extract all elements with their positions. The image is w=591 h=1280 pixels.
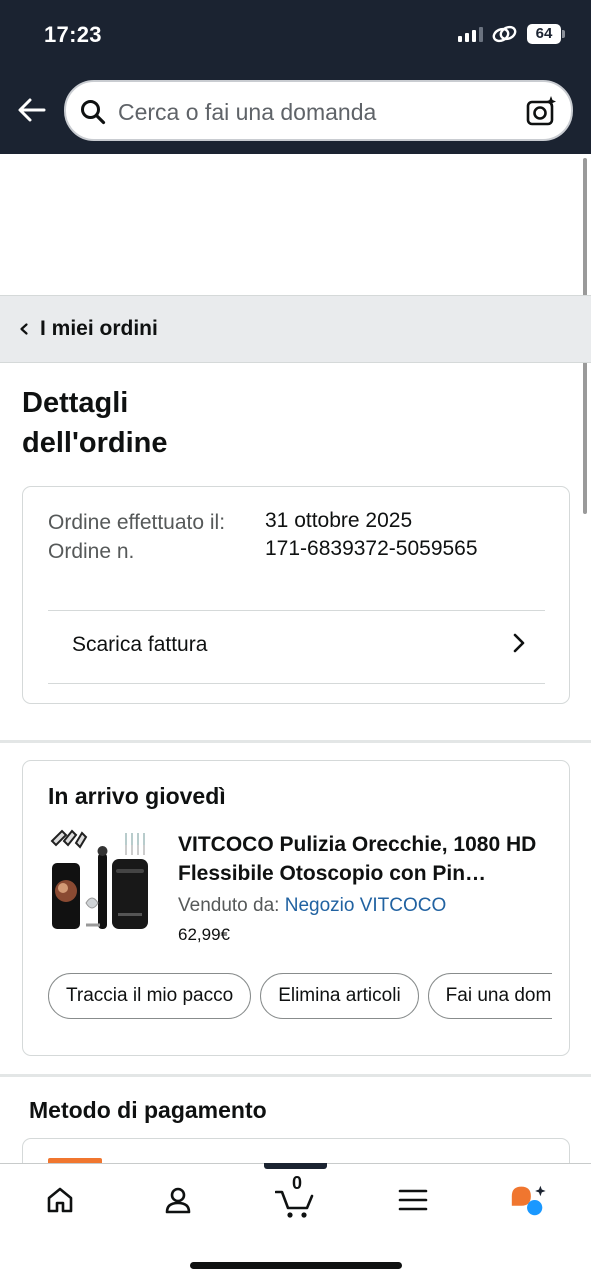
status-time: 17:23: [44, 22, 102, 47]
active-tab-indicator: [264, 1163, 327, 1169]
product-image[interactable]: [48, 829, 153, 936]
order-number-value: 171-6839372-5059565: [265, 537, 478, 560]
search-bar[interactable]: [64, 80, 573, 141]
seller-link[interactable]: Negozio VITCOCO: [285, 895, 447, 916]
section-separator: [0, 1074, 591, 1077]
battery-icon: 64: [527, 24, 565, 44]
shipment-actions[interactable]: Traccia il mio pacco Elimina articoli Fai …: [48, 973, 552, 1019]
tab-cart[interactable]: 0: [275, 1173, 315, 1220]
tab-home[interactable]: [40, 1180, 80, 1220]
product-price: 62,99€: [178, 925, 230, 944]
order-number-label: Ordine n.: [48, 539, 135, 563]
home-icon: [47, 1187, 73, 1213]
link-icon: [492, 25, 517, 43]
cart-count: 0: [291, 1173, 302, 1193]
menu-icon: [398, 1189, 428, 1211]
account-icon: [165, 1187, 191, 1214]
camera-icon[interactable]: [525, 95, 557, 127]
breadcrumb-label[interactable]: I miei ordini: [40, 317, 158, 341]
section-separator: [0, 740, 591, 743]
tab-rufus[interactable]: [508, 1180, 548, 1220]
divider: [48, 683, 545, 684]
divider: [48, 610, 545, 611]
chevron-right-icon[interactable]: [511, 631, 527, 655]
remove-items-button[interactable]: Elimina articoli: [260, 973, 419, 1019]
battery-level: 64: [527, 24, 561, 44]
download-invoice-label[interactable]: Scarica fattura: [72, 633, 207, 657]
tab-account[interactable]: [158, 1180, 198, 1220]
breadcrumb[interactable]: I miei ordini: [0, 295, 591, 363]
order-info-labels: Ordine effettuato il: Ordine n.: [48, 509, 238, 566]
product-title[interactable]: VITCOCO Pulizia Orecchie, 1080 HD Flessi…: [178, 831, 550, 888]
order-date-label: Ordine effettuato il:: [48, 511, 226, 534]
search-input[interactable]: [118, 97, 518, 127]
sold-by: Venduto da: Negozio VITCOCO: [178, 895, 446, 917]
signal-icon: [458, 26, 483, 42]
tab-menu[interactable]: [393, 1180, 433, 1220]
rufus-icon: [511, 1185, 546, 1216]
payment-method-title: Metodo di pagamento: [29, 1097, 267, 1123]
status-icons: 64: [458, 24, 565, 44]
page-title: Dettagli dell'ordine: [22, 387, 168, 459]
shipment-card: In arrivo giovedì VITCOCO Pulizia Orecch…: [22, 760, 570, 1056]
top-header: 17:23 64: [0, 0, 591, 154]
delivery-status: In arrivo giovedì: [48, 783, 226, 809]
search-icon: [81, 100, 106, 125]
sold-by-label: Venduto da:: [178, 895, 280, 916]
ask-question-button[interactable]: Fai una domanda: [427, 973, 552, 1019]
order-date-value: 31 ottobre 2025: [265, 509, 413, 532]
order-info-card: Ordine effettuato il: Ordine n. 31 ottob…: [22, 486, 570, 704]
home-indicator: [190, 1262, 402, 1269]
track-package-button[interactable]: Traccia il mio pacco: [48, 973, 252, 1019]
chevron-left-icon: [20, 323, 28, 335]
back-arrow-icon[interactable]: [16, 94, 48, 126]
